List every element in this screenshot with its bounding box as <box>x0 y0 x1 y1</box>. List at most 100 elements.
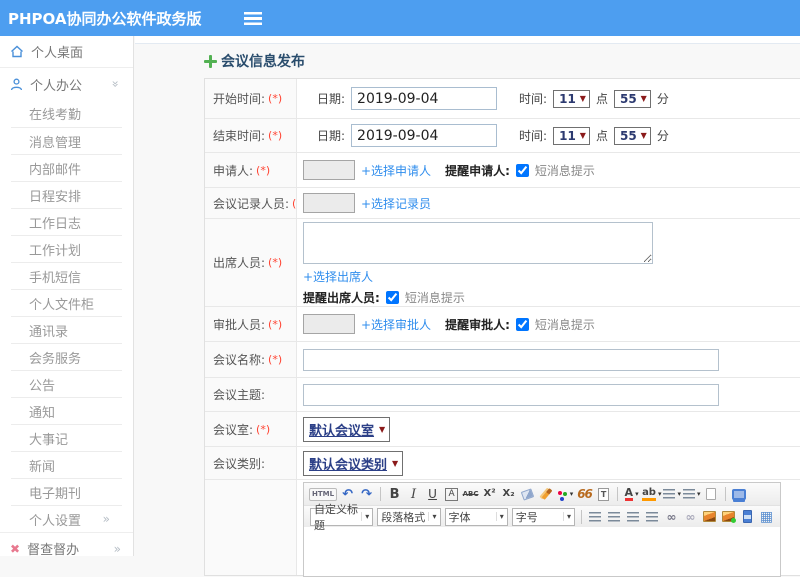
superscript-icon[interactable]: X² <box>481 486 498 503</box>
meeting-type-select[interactable]: 默认会议类别 ▼ <box>303 450 404 476</box>
unlink-icon[interactable]: ∞ <box>682 508 699 525</box>
end-date-input[interactable] <box>351 124 498 147</box>
fullscreen-icon[interactable] <box>731 486 748 503</box>
sidebar-item-label: 个人文件柜 <box>29 297 95 313</box>
sidebar-item-label: 手机短信 <box>29 270 82 286</box>
format-brush-icon[interactable] <box>538 486 555 503</box>
choose-attendees-link[interactable]: +选择出席人 <box>303 268 373 285</box>
minute-unit-label: 分 <box>656 129 669 143</box>
sidebar-item[interactable]: 在线考勤 <box>11 100 122 127</box>
sidebar-item-supervision[interactable]: ✖ 督查督办 » <box>0 532 133 564</box>
chevron-down-icon: ▾ <box>697 490 701 498</box>
sidebar-item-label: 新闻 <box>29 459 56 475</box>
form-row-meeting-room: 会议室: (*) 默认会议室 ▼ <box>205 412 800 447</box>
chevron-down-icon: ▾ <box>562 512 571 521</box>
align-center-icon[interactable] <box>606 508 623 525</box>
align-right-icon[interactable] <box>625 508 642 525</box>
choose-recorder-link[interactable]: +选择记录员 <box>361 195 431 212</box>
font-color-icon[interactable]: A ▾ <box>623 486 640 503</box>
end-minute-select[interactable]: 55 ▼ <box>613 126 651 145</box>
sidebar-item[interactable]: 工作日志 <box>11 208 122 235</box>
ordered-list-icon[interactable]: ▾ <box>663 486 681 503</box>
remove-format-icon[interactable] <box>519 486 536 503</box>
sidebar-item[interactable]: 内部邮件 <box>11 154 122 181</box>
editor-content-area[interactable] <box>304 527 780 553</box>
sidebar-item[interactable]: 个人设置 » <box>11 505 122 532</box>
image-upload-icon[interactable] <box>720 508 737 525</box>
form-row-content-editor: HTML ↶ ↷ B I U A ABC X² X₂ ▾ 66 T A ▾ ab ▾ ▾ ▾ 自定义标题 ▾ 段落格式 ▾… <box>205 480 800 577</box>
recorder-input[interactable] <box>303 193 355 213</box>
meeting-name-input[interactable] <box>303 348 719 371</box>
sidebar-item[interactable]: 大事记 <box>11 424 122 451</box>
chevron-down-icon: » <box>108 80 123 88</box>
sidebar-item-label: 大事记 <box>29 432 69 448</box>
sidebar-item[interactable]: 会务服务 <box>11 343 122 370</box>
sms-remind-checkbox[interactable] <box>515 317 529 331</box>
chevron-down-icon: ▾ <box>569 490 574 498</box>
color-palette-icon[interactable]: ▾ <box>557 486 574 503</box>
paste-text-icon[interactable]: T <box>595 486 612 503</box>
sidebar-item[interactable]: 个人文件柜 <box>11 289 122 316</box>
image-icon[interactable] <box>701 508 718 525</box>
new-page-icon[interactable] <box>703 486 720 503</box>
sidebar-item[interactable]: 电子期刊 <box>11 478 122 505</box>
unordered-list-icon[interactable]: ▾ <box>683 486 701 503</box>
sidebar-item-desktop[interactable]: 个人桌面 <box>0 36 133 68</box>
underline-icon[interactable]: U <box>424 486 441 503</box>
meeting-subject-input[interactable] <box>303 383 719 406</box>
end-hour-select[interactable]: 11 ▼ <box>553 126 590 145</box>
paragraph-select[interactable]: 段落格式 ▾ <box>377 507 441 526</box>
align-left-icon[interactable] <box>587 508 604 525</box>
font-size-select-label: 字号 <box>515 510 538 524</box>
start-hour-select[interactable]: 11 ▼ <box>553 89 590 108</box>
italic-icon[interactable]: I <box>405 486 422 503</box>
sidebar-item[interactable]: 消息管理 <box>11 127 122 154</box>
required-mark: (*) <box>268 353 283 366</box>
sidebar-item[interactable]: 新闻 <box>11 451 122 478</box>
meeting-room-select[interactable]: 默认会议室 ▼ <box>303 416 391 442</box>
sms-remind-checkbox[interactable] <box>515 163 529 177</box>
blockquote-icon[interactable]: 66 <box>576 486 593 503</box>
choose-applicant-link[interactable]: +选择申请人 <box>361 162 431 179</box>
sidebar-item-label: 督查督办 <box>27 543 80 558</box>
sidebar-item[interactable]: 通讯录 <box>11 316 122 343</box>
sidebar-item[interactable]: 通知 <box>11 397 122 424</box>
sms-remind-checkbox[interactable] <box>385 291 399 304</box>
font-family-select[interactable]: 字体 ▾ <box>444 507 508 526</box>
font-size-select[interactable]: 字号 ▾ <box>511 507 575 526</box>
menu-icon[interactable] <box>243 11 262 25</box>
html-source-icon[interactable]: HTML <box>309 486 338 503</box>
undo-icon[interactable]: ↶ <box>339 486 356 503</box>
table-icon[interactable]: ▦ <box>758 508 775 525</box>
subscript-icon[interactable]: X₂ <box>500 486 517 503</box>
chevron-right-icon: » <box>113 541 121 556</box>
sidebar-item[interactable]: 公告 <box>11 370 122 397</box>
supervise-icon: ✖ <box>10 541 21 556</box>
required-mark: (*) <box>256 422 271 436</box>
align-justify-icon[interactable] <box>644 508 661 525</box>
highlight-color-icon[interactable]: ab ▾ <box>642 486 661 503</box>
start-date-input[interactable] <box>351 87 498 110</box>
sidebar-item-label: 公告 <box>29 378 56 394</box>
approver-input[interactable] <box>303 314 355 334</box>
sidebar-item[interactable]: 工作计划 <box>11 235 122 262</box>
link-icon[interactable]: ∞ <box>663 508 680 525</box>
heading-select[interactable]: 自定义标题 ▾ <box>310 503 374 532</box>
sidebar-item-label: 会务服务 <box>29 351 82 367</box>
sidebar-item-personal-office[interactable]: 个人办公 » <box>0 68 133 100</box>
sidebar-item-label: 工作日志 <box>29 216 82 232</box>
media-icon[interactable] <box>739 508 756 525</box>
sidebar-item[interactable]: 日程安排 <box>11 181 122 208</box>
attendees-textarea[interactable] <box>303 222 653 264</box>
chevron-right-icon: » <box>102 512 110 526</box>
start-minute-select[interactable]: 55 ▼ <box>613 89 651 108</box>
text-style-icon[interactable]: A <box>443 486 460 503</box>
applicant-input[interactable] <box>303 160 355 180</box>
strikethrough-icon[interactable]: ABC <box>462 486 479 503</box>
home-icon <box>11 45 23 58</box>
choose-approver-link[interactable]: +选择审批人 <box>361 316 431 333</box>
sidebar-item[interactable]: 手机短信 <box>11 262 122 289</box>
redo-icon[interactable]: ↷ <box>358 486 375 503</box>
bold-icon[interactable]: B <box>386 486 403 503</box>
time-label: 时间: <box>519 129 548 143</box>
